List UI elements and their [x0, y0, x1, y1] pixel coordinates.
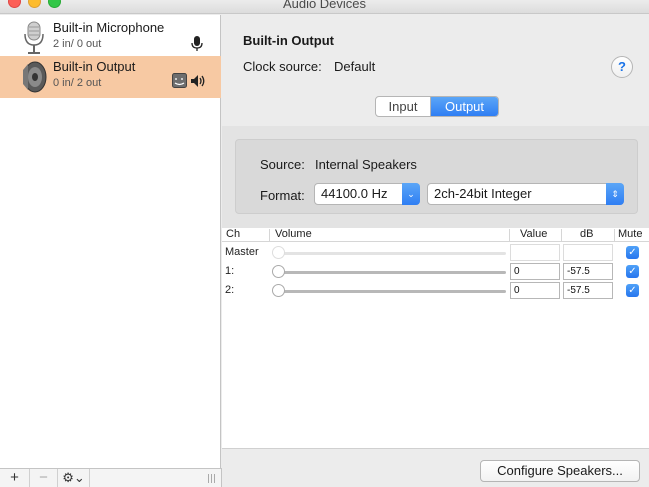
speaker-icon [23, 61, 47, 93]
microphone-icon [24, 21, 44, 54]
channel-label: Master [225, 246, 259, 258]
configure-speakers-button[interactable]: Configure Speakers... [480, 460, 640, 482]
value-field [510, 244, 560, 261]
bit-format-select[interactable]: 2ch-24bit Integer ⇕ [427, 183, 624, 205]
mute-checkbox[interactable]: ✓ [626, 284, 639, 297]
volume-slider-knob[interactable] [272, 284, 285, 297]
window-title: Audio Devices [282, 0, 367, 11]
output-speaker-icon [191, 75, 205, 87]
input-output-segmented-control: Input Output [375, 96, 499, 117]
device-list: Built-in Microphone 2 in/ 0 out Built-in… [0, 15, 221, 468]
device-name: Built-in Output [53, 59, 136, 74]
sample-rate-value: 44100.0 Hz [321, 186, 388, 201]
table-row: Master ✓ [222, 243, 649, 262]
channel-volume-table: Ch Volume Value dB Mute Master ✓ 1: 0 -5… [222, 228, 649, 448]
device-item-output[interactable]: Built-in Output 0 in/ 2 out [0, 56, 221, 98]
table-row: 1: 0 -57.5 ✓ [222, 262, 649, 281]
sidebar-toolbar: + − ⚙⌄ [0, 468, 222, 487]
gear-menu-button[interactable]: ⚙⌄ [58, 469, 90, 487]
channel-label: 2: [225, 284, 235, 296]
device-detail-panel: Built-in Output Clock source: Default ? … [222, 15, 649, 487]
value-field[interactable]: 0 [510, 263, 560, 280]
column-header-volume: Volume [275, 228, 312, 240]
db-field [563, 244, 613, 261]
input-microphone-icon [191, 36, 203, 51]
volume-slider-track [274, 252, 506, 255]
resize-grip-icon[interactable] [208, 474, 215, 483]
updown-chevron-icon: ⇕ [606, 183, 624, 205]
add-device-button[interactable]: + [0, 469, 30, 487]
finder-icon [172, 73, 187, 88]
db-field[interactable]: -57.5 [563, 282, 613, 299]
channel-label: 1: [225, 265, 235, 277]
tab-output[interactable]: Output [431, 97, 498, 116]
volume-slider-knob[interactable] [272, 265, 285, 278]
mute-checkbox[interactable]: ✓ [626, 246, 639, 259]
title-bar: Audio Devices [0, 0, 649, 14]
device-name: Built-in Microphone [53, 20, 165, 35]
device-io: 0 in/ 2 out [53, 77, 102, 89]
value-field[interactable]: 0 [510, 282, 560, 299]
device-title: Built-in Output [243, 33, 334, 48]
remove-device-button[interactable]: − [30, 469, 58, 487]
device-item-microphone[interactable]: Built-in Microphone 2 in/ 0 out [0, 17, 221, 59]
db-field[interactable]: -57.5 [563, 263, 613, 280]
volume-slider-track[interactable] [274, 290, 506, 293]
volume-slider-track[interactable] [274, 271, 506, 274]
bit-format-value: 2ch-24bit Integer [434, 186, 532, 201]
source-label: Source: [260, 157, 305, 172]
table-header: Ch Volume Value dB Mute [222, 228, 649, 242]
source-value: Internal Speakers [315, 157, 417, 172]
chevron-down-icon: ⌄ [402, 183, 420, 205]
format-label: Format: [260, 188, 305, 203]
column-header-mute: Mute [618, 228, 643, 240]
table-row: 2: 0 -57.5 ✓ [222, 281, 649, 300]
clock-source-label: Clock source: [243, 59, 322, 74]
mute-checkbox[interactable]: ✓ [626, 265, 639, 278]
column-header-ch: Ch [226, 228, 241, 240]
sample-rate-select[interactable]: 44100.0 Hz ⌄ [314, 183, 420, 205]
volume-slider-knob [272, 246, 285, 259]
column-header-value: Value [520, 228, 548, 240]
device-io: 2 in/ 0 out [53, 38, 102, 50]
help-button[interactable]: ? [611, 56, 633, 78]
tab-input[interactable]: Input [376, 97, 431, 116]
bottom-bar: Configure Speakers... [222, 448, 649, 487]
column-header-db: dB [580, 228, 594, 240]
clock-source-value: Default [334, 59, 376, 74]
